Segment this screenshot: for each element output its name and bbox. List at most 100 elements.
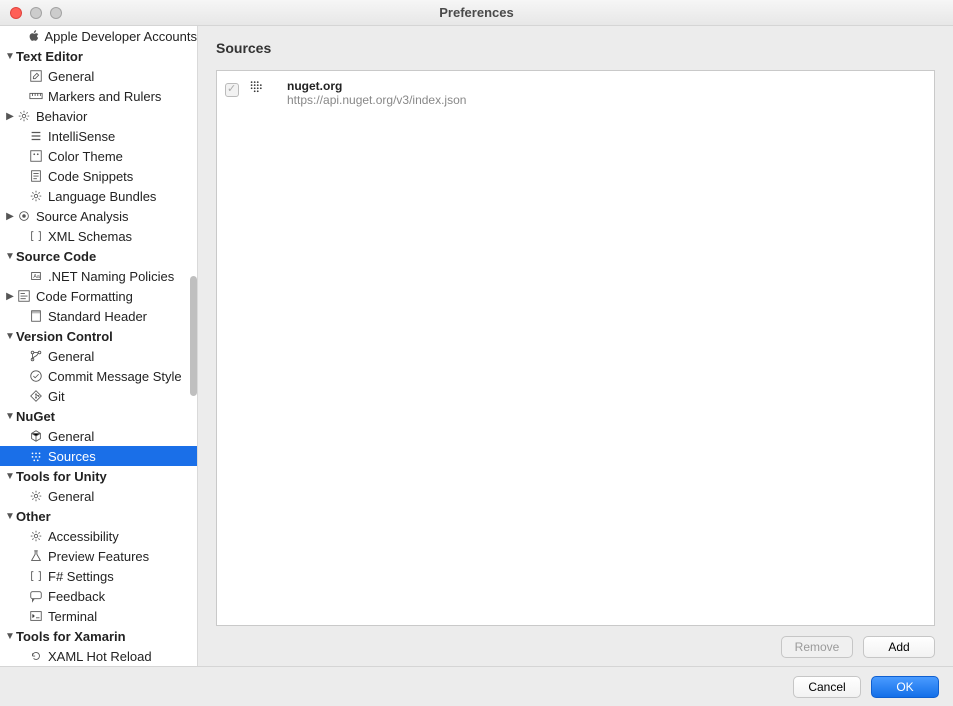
- sidebar-item-label: Preview Features: [48, 549, 149, 564]
- sidebar-item-git[interactable]: ▶Git: [0, 386, 197, 406]
- chevron-right-icon[interactable]: ▶: [4, 291, 16, 302]
- sidebar-item-label: IntelliSense: [48, 129, 115, 144]
- tag-icon: Aa: [28, 268, 44, 284]
- sidebar-item-tools-for-xamarin[interactable]: ▼Tools for Xamarin: [0, 626, 197, 646]
- add-button[interactable]: Add: [863, 636, 935, 658]
- sidebar-item-code-formatting[interactable]: ▶Code Formatting: [0, 286, 197, 306]
- source-text: nuget.org https://api.nuget.org/v3/index…: [287, 79, 466, 107]
- sidebar-item-general[interactable]: ▶General: [0, 486, 197, 506]
- sidebar-item-behavior[interactable]: ▶Behavior: [0, 106, 197, 126]
- sidebar-item-nuget[interactable]: ▼NuGet: [0, 406, 197, 426]
- sidebar-item-label: Apple Developer Accounts: [45, 29, 197, 44]
- list-icon: [28, 128, 44, 144]
- sidebar-item-label: XAML Hot Reload: [48, 649, 152, 664]
- sidebar-item-label: Standard Header: [48, 309, 147, 324]
- sidebar-item-general[interactable]: ▶General: [0, 426, 197, 446]
- chevron-right-icon[interactable]: ▶: [4, 111, 16, 122]
- sidebar-item-other[interactable]: ▼Other: [0, 506, 197, 526]
- reload-icon: [28, 648, 44, 664]
- sidebar-item-text-editor[interactable]: ▼Text Editor: [0, 46, 197, 66]
- terminal-icon: [28, 608, 44, 624]
- chevron-down-icon[interactable]: ▼: [4, 471, 16, 482]
- sidebar-item-label: Feedback: [48, 589, 105, 604]
- page-title: Sources: [216, 40, 935, 56]
- ruler-icon: [28, 88, 44, 104]
- gear-icon: [28, 488, 44, 504]
- sidebar-item-label: Language Bundles: [48, 189, 156, 204]
- sidebar-item-label: Color Theme: [48, 149, 123, 164]
- sidebar-item-label: XML Schemas: [48, 229, 132, 244]
- source-row[interactable]: nuget.org https://api.nuget.org/v3/index…: [223, 77, 928, 109]
- sidebar-item-label: Git: [48, 389, 65, 404]
- sidebar-item-color-theme[interactable]: ▶Color Theme: [0, 146, 197, 166]
- sidebar-item-label: Version Control: [16, 329, 113, 344]
- sidebar-item-label: .NET Naming Policies: [48, 269, 174, 284]
- sidebar-item-commit-message-style[interactable]: ▶Commit Message Style: [0, 366, 197, 386]
- package-icon: [28, 428, 44, 444]
- sidebar-item-label: Commit Message Style: [48, 369, 182, 384]
- sidebar-item-label: Code Snippets: [48, 169, 133, 184]
- brackets-icon: [28, 228, 44, 244]
- chevron-down-icon[interactable]: ▼: [4, 511, 16, 522]
- sidebar-item-source-code[interactable]: ▼Source Code: [0, 246, 197, 266]
- sidebar-item-language-bundles[interactable]: ▶Language Bundles: [0, 186, 197, 206]
- sidebar-item-f-settings[interactable]: ▶F# Settings: [0, 566, 197, 586]
- sidebar-item-tools-for-unity[interactable]: ▼Tools for Unity: [0, 466, 197, 486]
- palette-icon: [28, 148, 44, 164]
- chevron-down-icon[interactable]: ▼: [4, 51, 16, 62]
- sidebar-item-label: Text Editor: [16, 49, 83, 64]
- sidebar-item-standard-header[interactable]: ▶Standard Header: [0, 306, 197, 326]
- sidebar-item--net-naming-policies[interactable]: ▶Aa.NET Naming Policies: [0, 266, 197, 286]
- ok-button[interactable]: OK: [871, 676, 939, 698]
- flask-icon: [28, 548, 44, 564]
- titlebar: Preferences: [0, 0, 953, 26]
- sidebar-item-accessibility[interactable]: ▶Accessibility: [0, 526, 197, 546]
- preferences-sidebar[interactable]: ▶Apple Developer Accounts▼Text Editor▶Ge…: [0, 26, 198, 666]
- nuget-icon: [28, 448, 44, 464]
- sidebar-item-label: Tools for Unity: [16, 469, 107, 484]
- chat-icon: [28, 588, 44, 604]
- chevron-down-icon[interactable]: ▼: [4, 631, 16, 642]
- sidebar-item-label: Markers and Rulers: [48, 89, 161, 104]
- chevron-down-icon[interactable]: ▼: [4, 411, 16, 422]
- sidebar-item-xml-schemas[interactable]: ▶XML Schemas: [0, 226, 197, 246]
- remove-button[interactable]: Remove: [781, 636, 853, 658]
- gear-icon: [28, 188, 44, 204]
- sidebar-item-markers-and-rulers[interactable]: ▶Markers and Rulers: [0, 86, 197, 106]
- window-title: Preferences: [0, 5, 953, 20]
- sidebar-item-xaml-hot-reload[interactable]: ▶XAML Hot Reload: [0, 646, 197, 666]
- sidebar-item-label: F# Settings: [48, 569, 114, 584]
- target-icon: [16, 208, 32, 224]
- list-actions: Remove Add: [216, 636, 935, 658]
- sidebar-item-label: General: [48, 69, 94, 84]
- sources-list[interactable]: nuget.org https://api.nuget.org/v3/index…: [216, 70, 935, 626]
- snippet-icon: [28, 168, 44, 184]
- sidebar-item-label: Sources: [48, 449, 96, 464]
- source-name: nuget.org: [287, 79, 466, 93]
- sidebar-item-intellisense[interactable]: ▶IntelliSense: [0, 126, 197, 146]
- sidebar-item-apple-developer-accounts[interactable]: ▶Apple Developer Accounts: [0, 26, 197, 46]
- sidebar-item-general[interactable]: ▶General: [0, 66, 197, 86]
- sidebar-item-source-analysis[interactable]: ▶Source Analysis: [0, 206, 197, 226]
- chevron-down-icon[interactable]: ▼: [4, 331, 16, 342]
- brackets-icon: [28, 568, 44, 584]
- scrollbar-thumb[interactable]: [190, 276, 197, 396]
- source-checkbox[interactable]: [225, 83, 239, 97]
- sidebar-item-preview-features[interactable]: ▶Preview Features: [0, 546, 197, 566]
- dialog-footer: Cancel OK: [0, 666, 953, 706]
- sidebar-item-code-snippets[interactable]: ▶Code Snippets: [0, 166, 197, 186]
- sidebar-item-label: Accessibility: [48, 529, 119, 544]
- main-panel: Sources nuget.org https://api.nuget.org/…: [198, 26, 953, 666]
- cancel-button[interactable]: Cancel: [793, 676, 861, 698]
- chevron-right-icon[interactable]: ▶: [4, 211, 16, 222]
- gear-icon: [28, 528, 44, 544]
- sidebar-item-version-control[interactable]: ▼Version Control: [0, 326, 197, 346]
- git-icon: [28, 388, 44, 404]
- chevron-down-icon[interactable]: ▼: [4, 251, 16, 262]
- sidebar-item-terminal[interactable]: ▶Terminal: [0, 606, 197, 626]
- sidebar-item-feedback[interactable]: ▶Feedback: [0, 586, 197, 606]
- sidebar-item-label: NuGet: [16, 409, 55, 424]
- sidebar-item-general[interactable]: ▶General: [0, 346, 197, 366]
- header-icon: [28, 308, 44, 324]
- sidebar-item-sources[interactable]: ▶Sources: [0, 446, 197, 466]
